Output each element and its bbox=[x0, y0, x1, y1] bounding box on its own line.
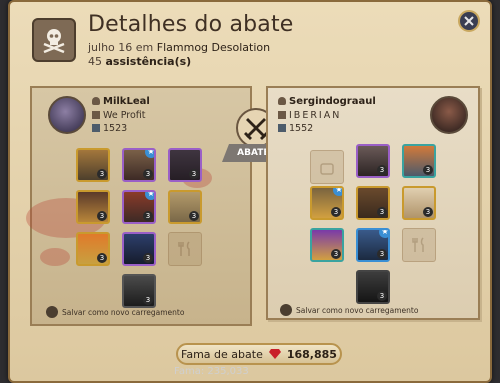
equip-potion[interactable]: 3 bbox=[76, 232, 110, 266]
victim-guild[interactable]: IBERIAN bbox=[278, 110, 341, 121]
equip-boots[interactable]: ★ 3 bbox=[356, 228, 390, 262]
victim-item-power: 1552 bbox=[278, 123, 313, 134]
kill-location: Flammog Desolation bbox=[156, 41, 271, 54]
blood-splatter bbox=[40, 248, 70, 266]
assist-number: 45 bbox=[88, 55, 102, 68]
equip-head[interactable]: ★ 3 bbox=[122, 148, 156, 182]
equip-armor[interactable]: ★ 3 bbox=[122, 190, 156, 224]
modal-header: Detalhes do abate julho 16 em Flammog De… bbox=[32, 12, 452, 72]
equip-bag[interactable]: 3 bbox=[76, 148, 110, 182]
skull-crossbones-icon bbox=[32, 18, 76, 62]
equip-potion[interactable]: 3 bbox=[310, 228, 344, 262]
close-button[interactable] bbox=[458, 10, 480, 32]
save-loadout-icon bbox=[46, 306, 58, 318]
guild-icon bbox=[278, 111, 286, 119]
equip-offhand[interactable]: 3 bbox=[402, 186, 436, 220]
person-icon bbox=[92, 97, 100, 105]
killer-save-loadout[interactable]: Salvar como novo carregamento bbox=[46, 306, 184, 318]
bag-icon bbox=[320, 163, 334, 175]
assist-count: 45 assistência(s) bbox=[88, 55, 191, 68]
killer-avatar[interactable] bbox=[48, 96, 86, 134]
equip-food-empty bbox=[168, 232, 202, 266]
victim-panel: Sergindograaul IBERIAN 1552 3 3 ★ 3 3 3 3… bbox=[266, 86, 480, 320]
victim-item-power-value: 1552 bbox=[289, 123, 314, 134]
gem-icon bbox=[268, 349, 281, 359]
victim-guild-label: IBERIAN bbox=[289, 110, 342, 121]
fork-knife-icon bbox=[412, 237, 424, 252]
background-fame-text: Fama: 235,033 bbox=[174, 366, 249, 377]
kill-fame-bar: Fama de abate 168,885 bbox=[176, 343, 342, 365]
killer-guild[interactable]: We Profit bbox=[92, 110, 145, 121]
kill-details-modal: Detalhes do abate julho 16 em Flammog De… bbox=[8, 0, 492, 383]
equip-armor[interactable]: 3 bbox=[356, 186, 390, 220]
kill-fame-label: Fama de abate bbox=[181, 347, 263, 361]
equip-boots[interactable]: 3 bbox=[122, 232, 156, 266]
guild-icon bbox=[92, 111, 100, 119]
equip-food-empty bbox=[402, 228, 436, 262]
fork-knife-icon bbox=[178, 241, 190, 256]
equip-cape[interactable]: 3 bbox=[402, 144, 436, 178]
killer-item-power: 1523 bbox=[92, 123, 127, 134]
equip-mount[interactable]: 3 bbox=[356, 270, 390, 304]
person-icon bbox=[278, 97, 286, 105]
equip-offhand[interactable]: 3 bbox=[168, 190, 202, 224]
killer-name-label: MilkLeal bbox=[103, 96, 150, 107]
victim-name[interactable]: Sergindograaul bbox=[278, 96, 376, 107]
kill-date: julho 16 em bbox=[88, 41, 154, 54]
kill-date-location: julho 16 em Flammog Desolation bbox=[88, 41, 270, 54]
equip-mainhand[interactable]: 3 bbox=[76, 190, 110, 224]
page-title: Detalhes do abate bbox=[88, 12, 294, 37]
equip-cape[interactable]: 3 bbox=[168, 148, 202, 182]
item-power-icon bbox=[278, 124, 286, 132]
close-icon bbox=[464, 16, 474, 26]
killer-name[interactable]: MilkLeal bbox=[92, 96, 150, 107]
victim-save-loadout[interactable]: Salvar como novo carregamento bbox=[280, 304, 418, 316]
assist-label: assistência(s) bbox=[105, 55, 192, 68]
killer-save-label: Salvar como novo carregamento bbox=[62, 307, 185, 317]
killer-item-power-value: 1523 bbox=[103, 123, 128, 134]
victim-avatar[interactable] bbox=[430, 96, 468, 134]
item-power-icon bbox=[92, 124, 100, 132]
killer-panel: MilkLeal We Profit 1523 3 ★ 3 3 3 ★ 3 3 3 … bbox=[26, 86, 252, 326]
save-loadout-icon bbox=[280, 304, 292, 316]
killer-guild-label: We Profit bbox=[103, 110, 146, 121]
victim-save-label: Salvar como novo carregamento bbox=[296, 305, 419, 315]
equip-head[interactable]: 3 bbox=[356, 144, 390, 178]
kill-fame-value: 168,885 bbox=[286, 347, 337, 361]
victim-name-label: Sergindograaul bbox=[289, 96, 376, 107]
equip-mount[interactable]: 3 bbox=[122, 274, 156, 308]
equip-bag-empty bbox=[310, 150, 344, 184]
equip-mainhand[interactable]: ★ 3 bbox=[310, 186, 344, 220]
